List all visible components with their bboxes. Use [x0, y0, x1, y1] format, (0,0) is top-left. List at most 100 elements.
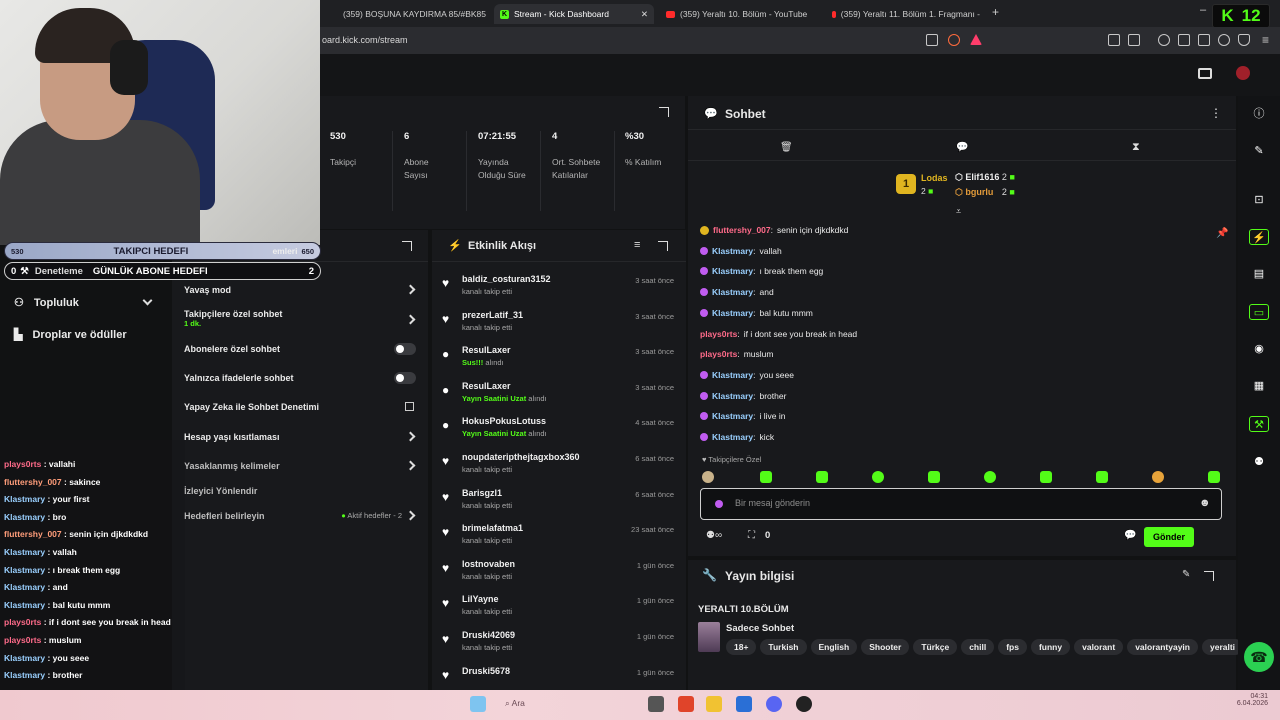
external-link-icon[interactable]: [405, 402, 414, 411]
feed-username[interactable]: prezerLatif_31: [462, 310, 523, 320]
support-icon[interactable]: ☎: [1244, 642, 1274, 672]
feed-username[interactable]: LilYayne: [462, 594, 499, 604]
tag-chip[interactable]: English: [810, 639, 858, 655]
feed-item[interactable]: ● HokusPokusLotuss Yayın Saatini Uzat alın…: [442, 416, 678, 446]
chat-input-box[interactable]: Bir mesaj gönderin ☻: [700, 488, 1222, 520]
emotes-only-toggle[interactable]: [394, 372, 416, 384]
tag-chip[interactable]: Türkçe: [913, 639, 958, 655]
new-tab-icon[interactable]: +: [992, 5, 999, 19]
emote-10-icon[interactable]: [1208, 471, 1220, 483]
emoji-icon[interactable]: ☻: [1199, 497, 1211, 509]
chat-username[interactable]: fluttershy_007: [713, 225, 771, 235]
chat-username[interactable]: Klastmary: [712, 266, 753, 276]
send-button[interactable]: Gönder: [1144, 527, 1194, 547]
popout-icon[interactable]: [402, 241, 412, 251]
obs-icon[interactable]: [796, 696, 812, 712]
wallet-icon[interactable]: [1198, 34, 1210, 46]
chat-username[interactable]: plays0rts: [700, 329, 737, 339]
more-options-icon[interactable]: ⋮: [1210, 106, 1222, 120]
pencil-icon[interactable]: ✎: [1251, 143, 1267, 159]
overlay-chat-username[interactable]: Klastmary: [4, 670, 45, 680]
tag-chip[interactable]: valorant: [1074, 639, 1124, 655]
pin-icon[interactable]: 📌: [1216, 228, 1228, 239]
chat-username[interactable]: Klastmary: [712, 287, 753, 297]
mod-raid[interactable]: İzleyici Yönlendir: [184, 486, 257, 496]
emote-6-icon[interactable]: [984, 471, 996, 483]
filter-icon[interactable]: ≡: [634, 239, 640, 251]
overlay-chat-username[interactable]: Klastmary: [4, 600, 45, 610]
overlay-chat-username[interactable]: plays0rts: [4, 635, 41, 645]
taskview-icon[interactable]: [648, 696, 664, 712]
feed-username[interactable]: brimelafatma1: [462, 523, 523, 533]
folder-icon[interactable]: [706, 696, 722, 712]
overlay-chat-username[interactable]: Klastmary: [4, 494, 45, 504]
feed-username[interactable]: Druski5678: [462, 666, 510, 676]
overlay-chat-username[interactable]: plays0rts: [4, 459, 41, 469]
users-icon[interactable]: ⚉: [1251, 454, 1267, 470]
target-icon[interactable]: ⊡: [1251, 192, 1267, 208]
feed-username[interactable]: Druski42069: [462, 630, 515, 640]
feed-username[interactable]: lostnovaben: [462, 559, 515, 569]
mod-account-age[interactable]: Hesap yaşı kısıtlaması: [184, 432, 280, 442]
popout-icon[interactable]: [659, 107, 669, 117]
mod-slow-mode[interactable]: Yavaş mod: [184, 285, 231, 295]
chat-mode-icon[interactable]: 💬: [956, 142, 968, 153]
vpn-icon[interactable]: [1238, 34, 1250, 46]
mod-ai-moderation[interactable]: Yapay Zeka ile Sohbet Denetimi: [184, 402, 319, 412]
close-tab-icon[interactable]: ✕: [641, 9, 648, 20]
tag-chip[interactable]: yeralti: [1202, 639, 1244, 655]
emote-3-icon[interactable]: [816, 471, 828, 483]
share-icon[interactable]: [926, 34, 938, 46]
nav-community[interactable]: ⚇ Topluluk: [14, 296, 79, 310]
overlay-chat-username[interactable]: Klastmary: [4, 653, 45, 663]
emote-7-icon[interactable]: [1040, 471, 1052, 483]
emote-8-icon[interactable]: [1096, 471, 1108, 483]
music-icon[interactable]: [1158, 34, 1170, 46]
avatar[interactable]: [1236, 66, 1250, 80]
nav-drops[interactable]: ▙ Droplar ve ödüller: [14, 328, 127, 342]
emote-1-icon[interactable]: [702, 471, 714, 483]
feed-username[interactable]: ResulLaxer: [462, 345, 511, 355]
tag-chip[interactable]: Turkish: [760, 639, 807, 655]
broadcast-icon[interactable]: ◉: [1251, 341, 1267, 357]
brave-icon[interactable]: [678, 696, 694, 712]
tag-chip[interactable]: valorantyayin: [1127, 639, 1198, 655]
mod-banned-words[interactable]: Yasaklanmış kelimeler: [184, 461, 280, 471]
tag-chip[interactable]: 18+: [726, 639, 757, 655]
chat-username[interactable]: Klastmary: [712, 246, 753, 256]
tab-1[interactable]: (359) BOŞUNA KAYDIRMA 85/#BK85: [332, 4, 488, 24]
chat-rail-icon[interactable]: ▭: [1249, 304, 1269, 320]
mod-followers-only[interactable]: Takipçilere özel sohbet 1 dk.: [184, 309, 282, 328]
gift-icon[interactable]: ⛶: [748, 530, 755, 541]
collapse-icon[interactable]: ⩡: [956, 206, 961, 217]
trash-icon[interactable]: 🗑: [780, 142, 793, 153]
points-icon[interactable]: ⚉∞: [706, 530, 722, 541]
feed-item[interactable]: ♥ noupdateripthejtagxbox360 kanalı takip e…: [442, 452, 678, 482]
overlay-chat-username[interactable]: Klastmary: [4, 582, 45, 592]
overlay-chat-username[interactable]: plays0rts: [4, 617, 41, 627]
extensions-icon[interactable]: [1108, 34, 1120, 46]
document-icon[interactable]: ▤: [1251, 266, 1267, 282]
feed-item[interactable]: ♥ lostnovaben kanalı takip etti 1 gün önce: [442, 559, 678, 589]
leo-icon[interactable]: [1218, 34, 1230, 46]
start-icon[interactable]: [470, 696, 486, 712]
popout-icon[interactable]: [658, 241, 668, 251]
brave-shield-icon[interactable]: [948, 34, 960, 46]
overlay-chat-username[interactable]: fluttershy_007: [4, 477, 62, 487]
chat-log-icon[interactable]: ▦: [1251, 378, 1267, 394]
chat-username[interactable]: Klastmary: [712, 391, 753, 401]
feed-username[interactable]: Barisgzl1: [462, 488, 502, 498]
emote-2-icon[interactable]: [760, 471, 772, 483]
chat-username[interactable]: plays0rts: [700, 349, 737, 359]
overlay-chat-username[interactable]: Klastmary: [4, 512, 45, 522]
emote-9-icon[interactable]: [1152, 471, 1164, 483]
feed-item[interactable]: ♥ Druski42069 kanalı takip etti 1 gün önce: [442, 630, 678, 660]
tab-3[interactable]: (359) Yeraltı 10. Bölüm - YouTube: [660, 4, 820, 24]
chat-username[interactable]: Klastmary: [712, 370, 753, 380]
emote-5-icon[interactable]: [928, 471, 940, 483]
overlay-chat-username[interactable]: fluttershy_007: [4, 529, 62, 539]
subs-only-toggle[interactable]: [394, 343, 416, 355]
feed-item[interactable]: ♥ prezerLatif_31 kanalı takip etti 3 saat ö…: [442, 310, 678, 340]
chat-username[interactable]: Klastmary: [712, 432, 753, 442]
chevron-down-icon[interactable]: [142, 295, 153, 306]
